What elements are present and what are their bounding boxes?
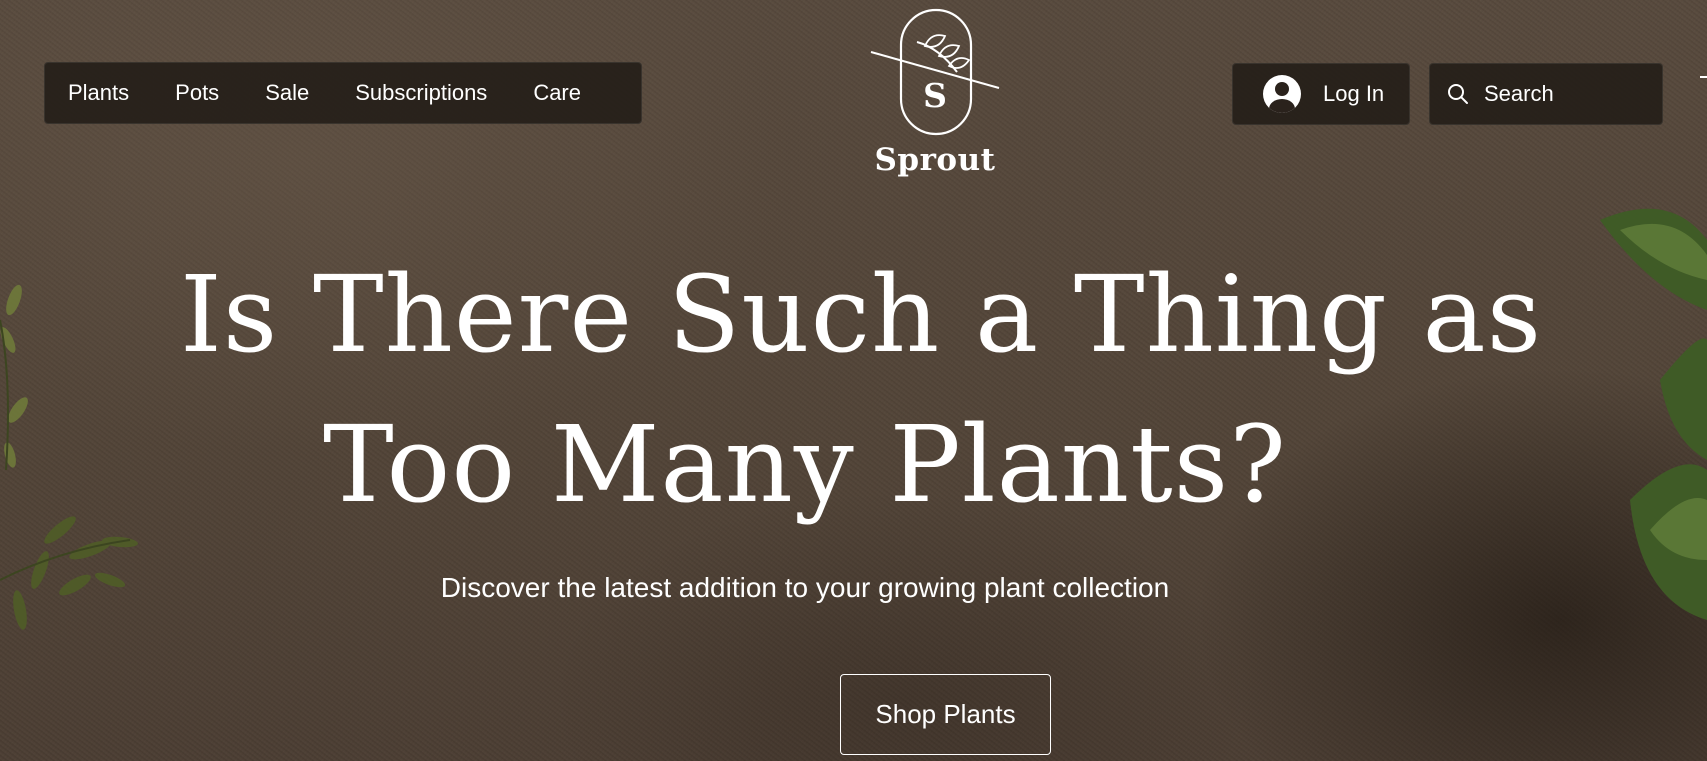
shop-plants-button[interactable]: Shop Plants (840, 674, 1051, 755)
logo-wordmark: Sprout (874, 142, 996, 178)
menu-edge-icon[interactable] (1700, 76, 1707, 78)
nav-item-plants[interactable]: Plants (68, 80, 129, 106)
hero-title: Is There Such a Thing as Too Many Plants… (180, 240, 1543, 540)
user-avatar-icon (1263, 75, 1301, 113)
login-button[interactable]: Log In (1232, 63, 1410, 125)
search-icon (1448, 84, 1468, 104)
hero-subtitle: Discover the latest addition to your gro… (440, 572, 1170, 603)
login-label: Log In (1323, 81, 1385, 106)
plant-foliage-left (0, 284, 138, 630)
search-input[interactable] (1484, 81, 1654, 107)
nav-item-pots[interactable]: Pots (175, 80, 219, 106)
plant-foliage-right (1600, 208, 1707, 620)
logo-monogram: S (923, 76, 947, 115)
hero-title-line-1: Is There Such a Thing as (180, 253, 1543, 376)
nav-item-subscriptions[interactable]: Subscriptions (355, 80, 487, 106)
main-nav: Plants Pots Sale Subscriptions Care (44, 62, 642, 124)
search-box[interactable] (1429, 63, 1663, 125)
nav-item-sale[interactable]: Sale (265, 80, 309, 106)
sprout-leaf-icon (870, 8, 1000, 136)
logo[interactable]: S Sprout (865, 6, 1005, 186)
hero-title-line-2: Too Many Plants? (323, 403, 1287, 526)
nav-item-care[interactable]: Care (533, 80, 581, 106)
